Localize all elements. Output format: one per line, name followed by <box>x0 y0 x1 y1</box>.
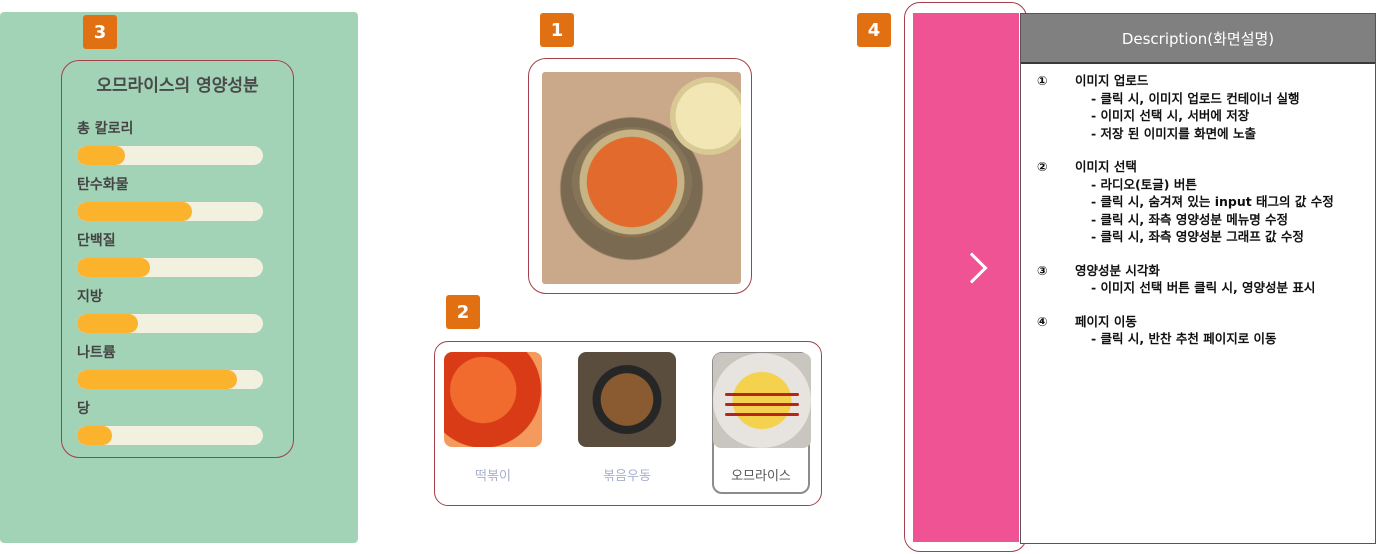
nutrition-bar-fill <box>77 258 150 277</box>
section-line: - 클릭 시, 좌측 영양성분 메뉴명 수정 <box>1091 211 1289 227</box>
nutrition-label: 나트륨 <box>77 345 116 361</box>
section-line: - 클릭 시, 숨겨져 있는 input 태그의 값 수정 <box>1091 194 1334 209</box>
nutrition-bar-fill <box>77 370 237 389</box>
section-number: ② <box>1037 159 1048 174</box>
nutrition-bar-track <box>77 202 263 221</box>
image-upload-frame <box>528 58 752 294</box>
nutrition-label: 당 <box>77 401 90 417</box>
nutrition-bar-fill <box>77 314 139 333</box>
sauce-stripe <box>725 413 799 416</box>
food-option-label: 오므라이스 <box>731 469 791 484</box>
image-select-frame: 떡볶이 볶음우동 오므라이스 <box>434 341 822 506</box>
nutrition-bar-fill <box>77 202 193 221</box>
description-body: ① 이미지 업로드 - 클릭 시, 이미지 업로드 컨테이너 실행 - 이미지 선… <box>1021 62 1375 364</box>
pot-lid-graphic <box>670 77 741 155</box>
section-line: - 클릭 시, 이미지 업로드 컨테이너 실행 <box>1091 90 1300 106</box>
sauce-stripe <box>725 393 799 396</box>
section-line: - 이미지 선택 버튼 클릭 시, 영양성분 표시 <box>1091 280 1316 295</box>
nutrition-bar-track <box>77 314 263 333</box>
section-title: 이미지 업로드 <box>1075 73 1149 88</box>
nutrition-bar-track <box>77 258 263 277</box>
nutrition-title: 오므라이스의 영양성분 <box>96 76 259 96</box>
omurice-thumb-icon <box>713 353 811 448</box>
food-option-label: 볶음우동 <box>603 469 651 484</box>
next-page-button[interactable] <box>913 13 1019 542</box>
food-option-omurice[interactable]: 오므라이스 <box>712 352 811 494</box>
section-number: ① <box>1037 73 1048 88</box>
image-upload-button[interactable] <box>542 72 741 284</box>
nutrition-label: 총 칼로리 <box>77 121 134 137</box>
marker-1: 1 <box>540 13 574 47</box>
nutrition-bar-fill <box>77 146 126 165</box>
description-section-3: ③ 영양성분 시각화 - 이미지 선택 버튼 클릭 시, 영양성분 표시 <box>1037 262 1375 297</box>
tteokbokki-photo-icon <box>572 127 692 237</box>
section-title: 영양성분 시각화 <box>1075 262 1160 278</box>
section-number: ④ <box>1037 313 1048 329</box>
section-line: - 클릭 시, 좌측 영양성분 그래프 값 수정 <box>1091 229 1304 244</box>
nutrition-row-carbs: 탄수화물 <box>77 174 265 221</box>
nutrition-bar-track <box>77 370 263 389</box>
description-section-1: ① 이미지 업로드 - 클릭 시, 이미지 업로드 컨테이너 실행 - 이미지 선… <box>1037 72 1375 142</box>
stir-fried-udon-thumb-icon <box>578 352 676 447</box>
marker-2: 2 <box>446 295 480 329</box>
description-section-2: ② 이미지 선택 - 라디오(토글) 버튼 - 클릭 시, 숨겨져 있는 inpu… <box>1037 158 1375 246</box>
food-option-tteokbokki[interactable]: 떡볶이 <box>444 352 542 494</box>
marker-4: 4 <box>857 13 891 47</box>
section-title: 이미지 선택 <box>1075 159 1137 174</box>
chevron-right-icon <box>956 252 988 284</box>
nutrition-bar-track <box>77 426 263 445</box>
nutrition-label: 단백질 <box>77 233 116 249</box>
section-line: - 저장 된 이미지를 화면에 노출 <box>1091 125 1256 141</box>
nutrition-bar-track <box>77 146 263 165</box>
nutrition-row-fat: 지방 <box>77 286 265 333</box>
food-option-udon[interactable]: 볶음우동 <box>578 352 676 494</box>
marker-3: 3 <box>83 15 117 49</box>
screen-spec: 오므라이스의 영양성분 총 칼로리 탄수화물 단백질 지방 나트륨 당 3 1 … <box>0 0 1377 554</box>
description-section-4: ④ 페이지 이동 - 클릭 시, 반찬 추천 페이지로 이동 <box>1037 313 1375 348</box>
section-line: - 이미지 선택 시, 서버에 저장 <box>1091 108 1250 123</box>
section-title: 페이지 이동 <box>1075 313 1137 329</box>
nutrition-row-sugar: 당 <box>77 398 265 445</box>
section-line: - 클릭 시, 반찬 추천 페이지로 이동 <box>1091 331 1277 346</box>
nutrition-panel: 오므라이스의 영양성분 총 칼로리 탄수화물 단백질 지방 나트륨 당 <box>0 12 358 543</box>
nutrition-row-sodium: 나트륨 <box>77 342 265 389</box>
section-line: - 라디오(토글) 버튼 <box>1091 176 1197 192</box>
food-option-label: 떡볶이 <box>475 469 511 484</box>
tteokbokki-thumb-icon <box>444 352 542 447</box>
sauce-stripe <box>725 403 799 406</box>
nutrition-row-protein: 단백질 <box>77 230 265 277</box>
nutrition-label: 탄수화물 <box>77 177 129 193</box>
nutrition-label: 지방 <box>77 289 103 305</box>
nutrition-bar-fill <box>77 426 113 445</box>
description-header: Description(화면설명) <box>1021 14 1375 62</box>
description-panel: Description(화면설명) ① 이미지 업로드 - 클릭 시, 이미지 업… <box>1020 13 1376 544</box>
nutrition-card: 오므라이스의 영양성분 총 칼로리 탄수화물 단백질 지방 나트륨 당 <box>61 60 294 458</box>
section-number: ③ <box>1037 262 1048 278</box>
nutrition-row-calories: 총 칼로리 <box>77 118 265 165</box>
